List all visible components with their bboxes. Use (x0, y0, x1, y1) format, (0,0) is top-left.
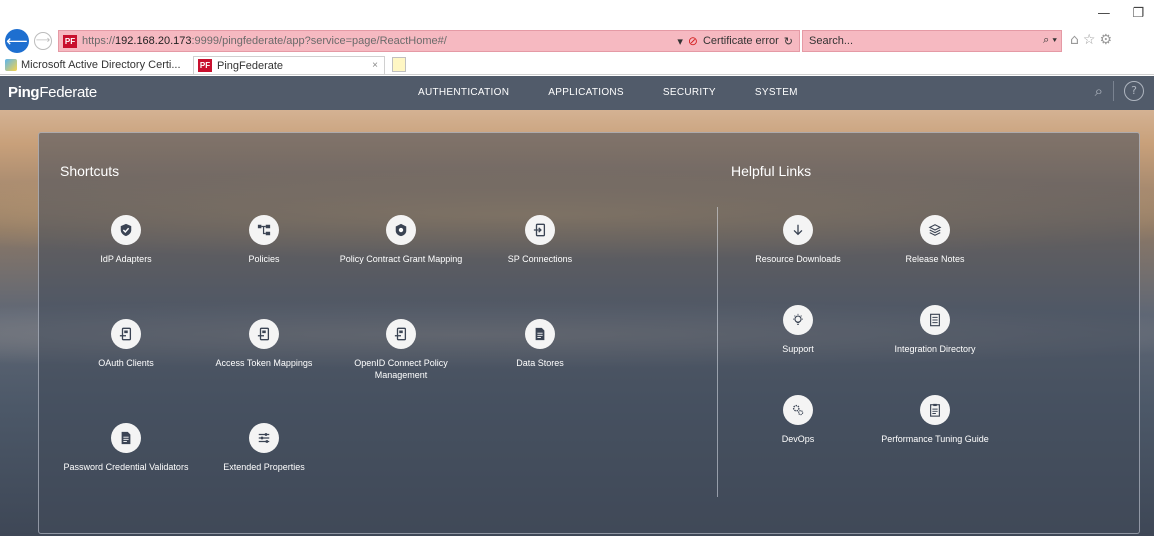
address-dropdown-icon[interactable]: ▾ (677, 35, 683, 48)
refresh-icon[interactable]: ↻ (784, 35, 793, 48)
help-icon[interactable]: ? (1124, 81, 1144, 101)
section-divider (717, 207, 718, 497)
url-text[interactable]: https://192.168.20.173:9999/pingfederate… (82, 35, 642, 47)
shortcut-policies[interactable]: Policies (194, 215, 334, 265)
nav-security[interactable]: SECURITY (663, 87, 716, 98)
ie-favicon-icon (5, 59, 17, 71)
shortcut-openid-connect-policy-management[interactable]: OpenID Connect Policy Management (331, 319, 471, 381)
policy-tree-icon (249, 215, 279, 245)
tab-label: PingFederate (217, 59, 284, 72)
pingfederate-favicon-icon: PF (63, 34, 77, 48)
settings-gear-icon[interactable]: ⚙ (1099, 32, 1112, 48)
restore-button[interactable]: ❐ (1132, 6, 1144, 21)
link-label: Resource Downloads (755, 254, 841, 264)
shortcut-idp-adapters[interactable]: IdP Adapters (56, 215, 196, 265)
connection-icon (525, 215, 555, 245)
app-search-icon[interactable]: ⌕ (1095, 82, 1103, 100)
shortcut-label: Extended Properties (223, 462, 305, 472)
browser-search-input[interactable]: Search... ⌕ ▾ (802, 30, 1062, 52)
openid-icon (386, 319, 416, 349)
minimize-button[interactable]: — (1097, 6, 1110, 21)
tab-label: Microsoft Active Directory Certi... (21, 59, 181, 71)
search-placeholder: Search... (809, 35, 854, 47)
link-label: Integration Directory (894, 344, 976, 354)
shortcut-label: Data Stores (516, 358, 564, 368)
shortcut-label: OAuth Clients (98, 358, 154, 368)
shield-check-icon (111, 215, 141, 245)
main-navigation: AUTHENTICATION APPLICATIONS SECURITY SYS… (418, 87, 837, 98)
download-arrow-icon (783, 215, 813, 245)
link-support[interactable]: Support (728, 305, 868, 355)
shortcut-access-token-mappings[interactable]: Access Token Mappings (194, 319, 334, 369)
browser-window: — ❐ ⟵ ⟶ PF https://192.168.20.173:9999/p… (0, 0, 1154, 536)
shortcut-password-credential-validators[interactable]: Password Credential Validators (56, 423, 196, 473)
shortcut-label: Password Credential Validators (63, 462, 189, 472)
layers-icon (920, 215, 950, 245)
link-performance-tuning-guide[interactable]: Performance Tuning Guide (865, 395, 1005, 445)
favorites-star-icon[interactable]: ☆ (1083, 32, 1096, 48)
shortcuts-heading: Shortcuts (60, 163, 120, 179)
lightbulb-icon (783, 305, 813, 335)
document-icon (111, 423, 141, 453)
close-tab-icon[interactable]: × (372, 60, 378, 71)
home-icon[interactable]: ⌂ (1070, 32, 1079, 48)
home-panel: Shortcuts Helpful Links IdP Adapters Pol… (38, 132, 1140, 534)
link-label: Performance Tuning Guide (881, 434, 989, 444)
url-host: 192.168.20.173 (115, 35, 192, 47)
url-scheme: https:// (82, 35, 116, 47)
token-mapping-icon (249, 319, 279, 349)
guide-icon (920, 395, 950, 425)
link-resource-downloads[interactable]: Resource Downloads (728, 215, 868, 265)
link-integration-directory[interactable]: Integration Directory (865, 305, 1005, 355)
data-store-icon (525, 319, 555, 349)
browser-navigation-bar: ⟵ ⟶ PF https://192.168.20.173:9999/pingf… (0, 28, 1154, 54)
tab-pingfederate[interactable]: PF PingFederate × (193, 56, 385, 74)
link-devops[interactable]: DevOps (728, 395, 868, 445)
link-label: DevOps (781, 434, 815, 444)
browser-tab-strip: Microsoft Active Directory Certi... PF P… (0, 55, 1154, 75)
link-label: Release Notes (905, 254, 965, 264)
shortcut-label: Policies (248, 254, 280, 264)
forward-arrow-icon[interactable]: ⟶ (34, 32, 52, 50)
sliders-icon (249, 423, 279, 453)
app-header: PingFederate AUTHENTICATION APPLICATIONS… (0, 76, 1154, 110)
search-icon[interactable]: ⌕ ▾ (1043, 34, 1057, 47)
shortcut-extended-properties[interactable]: Extended Properties (194, 423, 334, 473)
shortcut-sp-connections[interactable]: SP Connections (470, 215, 610, 265)
shield-badge-icon (386, 215, 416, 245)
header-divider (1113, 81, 1114, 101)
shortcut-label: Policy Contract Grant Mapping (339, 254, 463, 264)
link-release-notes[interactable]: Release Notes (865, 215, 1005, 265)
address-bar[interactable]: PF https://192.168.20.173:9999/pingfeder… (58, 30, 800, 52)
shortcut-label: OpenID Connect Policy Management (354, 358, 448, 380)
certificate-error-label[interactable]: Certificate error (703, 35, 779, 47)
nav-system[interactable]: SYSTEM (755, 87, 798, 98)
pingfederate-favicon-icon: PF (198, 59, 212, 72)
oauth-client-icon (111, 319, 141, 349)
nav-applications[interactable]: APPLICATIONS (548, 87, 624, 98)
header-tools: ⌕ ? (1095, 81, 1144, 101)
address-bar-actions: ▾ ⊘ Certificate error ↻ (677, 34, 799, 48)
pingfederate-logo[interactable]: PingFederate (8, 84, 97, 101)
certificate-error-icon[interactable]: ⊘ (688, 34, 698, 48)
browser-toolbar-icons: ⌂ ☆ ⚙ (1070, 32, 1112, 48)
tab-active-directory[interactable]: Microsoft Active Directory Certi... (5, 56, 190, 74)
url-path: :9999/pingfederate/app?service=page/Reac… (191, 35, 447, 47)
shortcut-policy-contract-grant-mapping[interactable]: Policy Contract Grant Mapping (331, 215, 471, 265)
gears-icon (783, 395, 813, 425)
back-arrow-icon[interactable]: ⟵ (5, 29, 29, 53)
shortcut-data-stores[interactable]: Data Stores (470, 319, 610, 369)
nav-authentication[interactable]: AUTHENTICATION (418, 87, 509, 98)
window-controls: — ❐ (1097, 6, 1144, 21)
new-tab-button[interactable] (392, 57, 406, 72)
shortcut-label: SP Connections (507, 254, 573, 264)
shortcut-label: IdP Adapters (100, 254, 152, 264)
shortcut-oauth-clients[interactable]: OAuth Clients (56, 319, 196, 369)
directory-icon (920, 305, 950, 335)
helpful-links-heading: Helpful Links (731, 163, 812, 179)
shortcut-label: Access Token Mappings (215, 358, 313, 368)
link-label: Support (782, 344, 814, 354)
